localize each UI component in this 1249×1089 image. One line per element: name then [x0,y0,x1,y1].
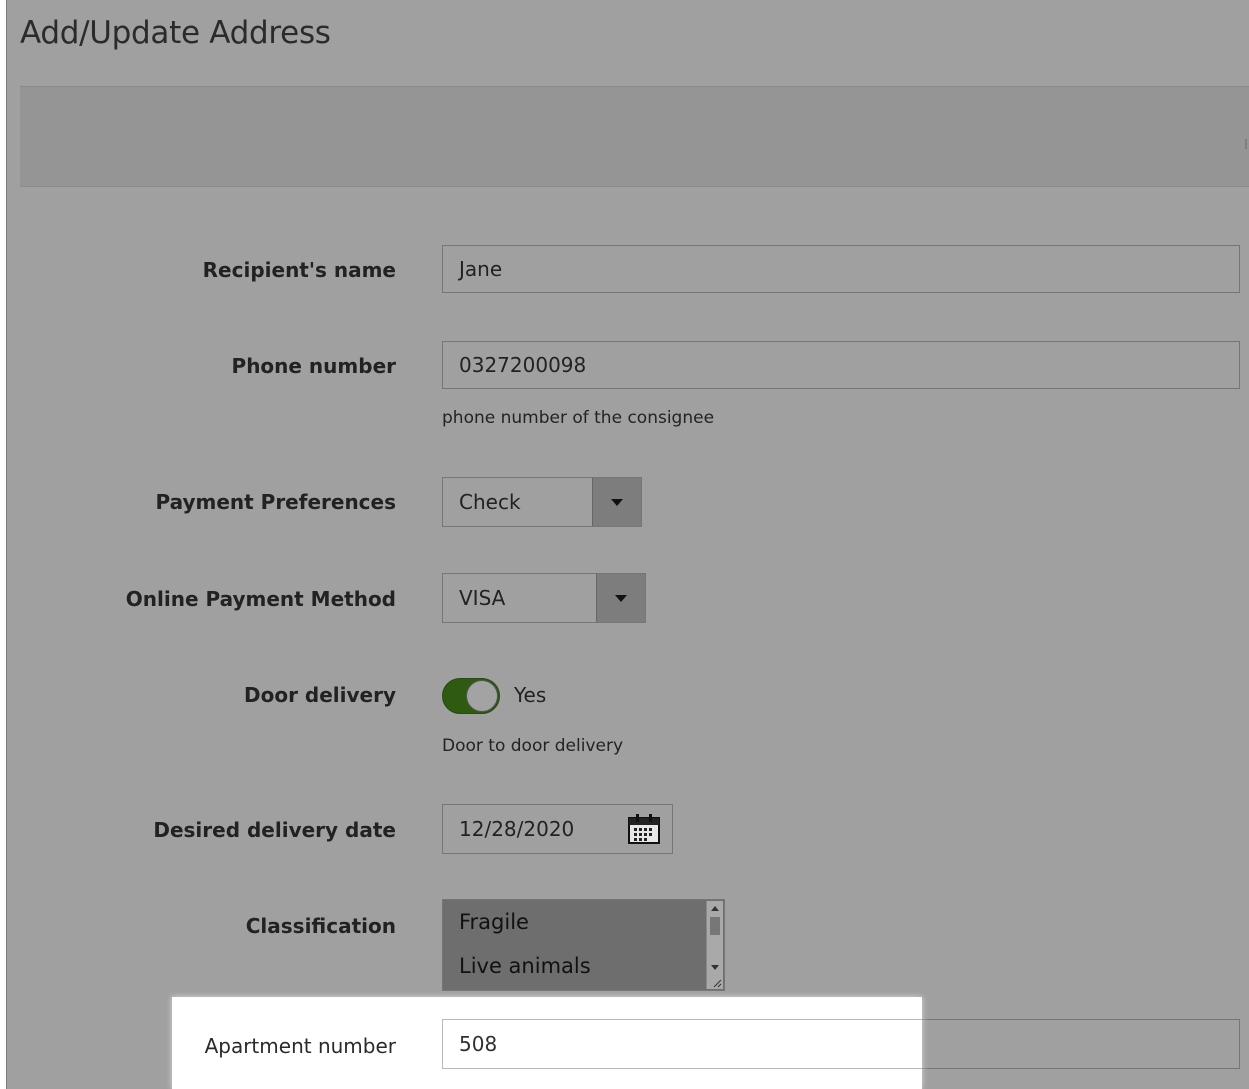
scroll-up-icon[interactable] [711,906,719,911]
online-payment-method-dropdown-button[interactable] [596,574,645,622]
chevron-down-icon [615,594,627,602]
calendar-icon[interactable] [628,814,660,844]
apartment-number-label: Apartment number [204,1034,396,1058]
resize-grip-icon[interactable] [712,978,722,988]
phone-number-hint: phone number of the consignee [442,408,715,428]
online-payment-method-label: Online Payment Method [125,587,396,611]
delivery-date-label: Desired delivery date [153,818,396,842]
door-delivery-label: Door delivery [243,683,396,707]
classification-listbox[interactable]: Fragile Live animals [442,899,725,991]
window-border [6,0,7,1089]
online-payment-method-select[interactable]: VISA [442,573,646,623]
phone-number-input[interactable]: 0327200098 [442,341,1240,389]
payment-preferences-dropdown-button[interactable] [592,478,641,526]
page-title: Add/Update Address [20,15,331,51]
page-header-band [20,86,1249,187]
classification-scrollbar[interactable] [706,901,723,989]
online-payment-method-value: VISA [459,586,506,610]
chevron-down-icon [611,498,623,506]
recipient-name-label: Recipient's name [202,258,396,282]
door-delivery-state: Yes [514,683,547,707]
band-marker [1245,139,1247,149]
phone-number-label: Phone number [231,354,396,378]
classification-option[interactable]: Live animals [459,954,591,978]
door-delivery-hint: Door to door delivery [442,736,624,756]
recipient-name-input[interactable]: Jane [442,245,1240,293]
delivery-date-input[interactable]: 12/28/2020 [442,804,673,854]
apartment-number-input[interactable]: 508 [442,1019,922,1069]
payment-preferences-value: Check [459,490,521,514]
classification-option[interactable]: Fragile [459,910,529,934]
classification-label: Classification [245,914,396,938]
delivery-date-value: 12/28/2020 [459,817,575,841]
payment-preferences-label: Payment Preferences [155,490,396,514]
door-delivery-toggle[interactable] [442,678,500,714]
toggle-knob [466,680,498,712]
scrollbar-thumb[interactable] [710,917,720,935]
payment-preferences-select[interactable]: Check [442,477,642,527]
scroll-down-icon[interactable] [711,965,719,970]
